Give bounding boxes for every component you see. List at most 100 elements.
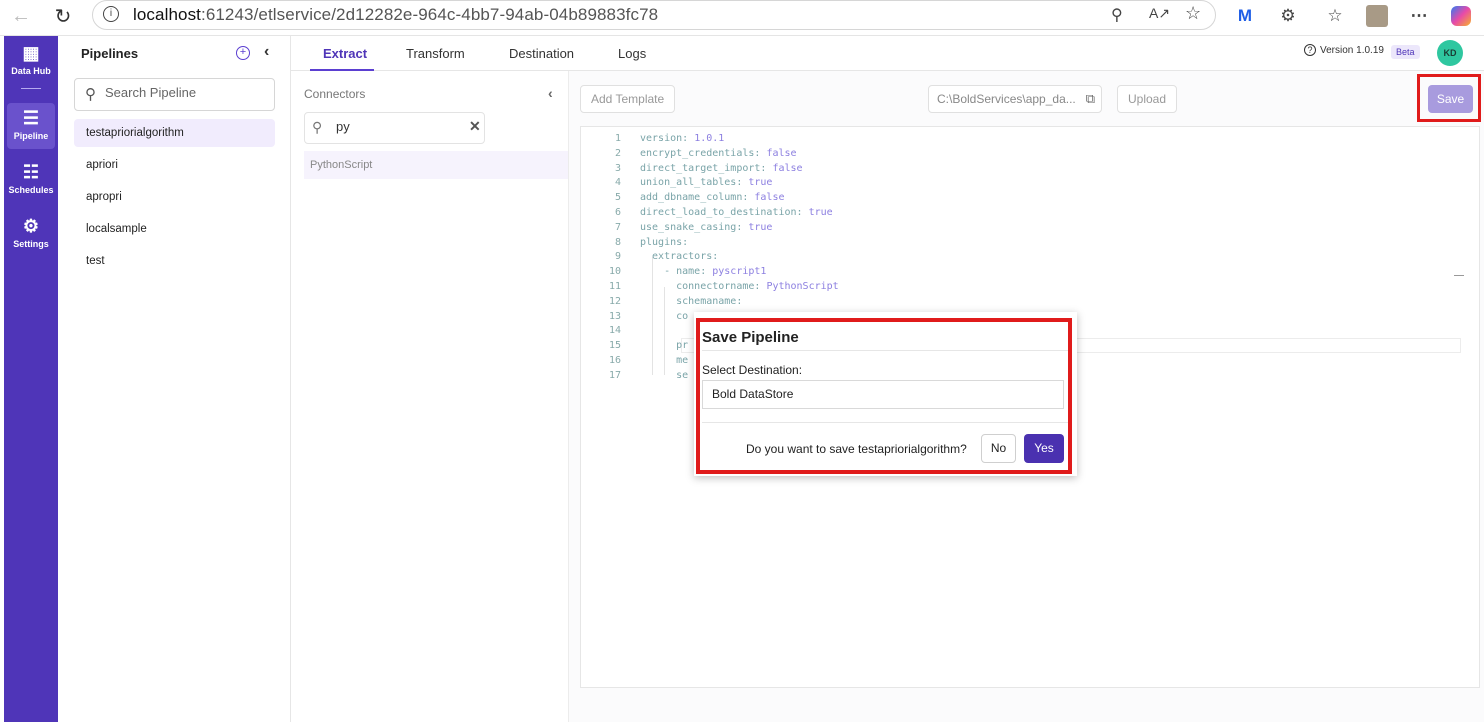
more-menu-icon[interactable]: ⋯	[1406, 3, 1432, 29]
line-number: 15	[608, 340, 621, 352]
back-icon[interactable]: ←	[8, 3, 34, 29]
code-key: pr	[640, 340, 689, 352]
beta-badge: Beta	[1391, 45, 1420, 59]
avatar[interactable]: KD	[1437, 40, 1463, 66]
line-number: 13	[608, 310, 621, 322]
connector-search[interactable]: ⚲ ✕	[304, 112, 485, 144]
line-number: 3	[614, 162, 621, 174]
search-icon: ⚲	[85, 86, 96, 103]
connector-item[interactable]: PythonScript	[304, 151, 568, 179]
line-number: 4	[614, 177, 621, 189]
favorites-icon[interactable]: ☆	[1322, 3, 1348, 29]
line-number: 8	[614, 236, 621, 248]
pipeline-item[interactable]: apriori	[74, 151, 275, 179]
copilot-icon[interactable]	[1448, 3, 1474, 29]
pipeline-item[interactable]: test	[74, 247, 275, 275]
tab-extract[interactable]: Extract	[323, 46, 367, 61]
pipeline-item[interactable]: apropri	[74, 183, 275, 211]
collapse-connectors-icon[interactable]: ‹	[548, 85, 553, 101]
code-text: co	[640, 311, 688, 322]
line-number: 17	[608, 369, 621, 381]
rail-settings[interactable]: ⚙ Settings	[4, 217, 58, 249]
version-info: ? Version 1.0.19	[1304, 44, 1384, 56]
code-key: version:	[640, 133, 695, 144]
gear-icon: ⚙	[22, 216, 40, 236]
browser-toolbar: ← ↻ i localhost:61243/etlservice/2d12282…	[0, 0, 1484, 36]
code-key: direct_load_to_destination:	[640, 207, 809, 218]
line-number: 10	[608, 266, 621, 278]
code-key: direct_target_import:	[640, 162, 773, 174]
fold-icon[interactable]	[1454, 275, 1464, 276]
add-template-button[interactable]: Add Template	[580, 85, 676, 113]
pipeline-search[interactable]: ⚲	[74, 78, 275, 111]
pipeline-item[interactable]: testapriorialgorithm	[74, 119, 275, 147]
tab-logs[interactable]: Logs	[618, 46, 646, 61]
site-info-icon[interactable]: i	[103, 6, 119, 22]
code-key: connectorname:	[640, 281, 767, 292]
reload-icon[interactable]: ↻	[50, 3, 76, 29]
code-text: direct_target_import: false	[640, 163, 803, 174]
code-text: extractors:	[640, 251, 718, 262]
code-value: false	[766, 147, 797, 159]
code-key: - name:	[640, 266, 713, 278]
search-icon: ⚲	[312, 119, 323, 135]
code-value: pyscript1	[712, 266, 767, 278]
copy-icon[interactable]: ⧉	[1086, 86, 1095, 112]
code-text: se	[640, 370, 688, 381]
extensions-icon[interactable]: ⚙	[1275, 3, 1301, 29]
profile-avatar-icon[interactable]	[1364, 3, 1390, 29]
code-value: true	[748, 177, 773, 189]
rail-pipeline[interactable]: ☰ Pipeline	[7, 103, 55, 149]
code-text: connectorname: PythonScript	[640, 281, 839, 292]
line-number: 16	[608, 355, 621, 366]
connectors-title: Connectors	[304, 87, 366, 101]
file-path-field[interactable]: C:\BoldServices\app_da... ⧉	[928, 85, 1102, 113]
dialog-highlight-box	[696, 318, 1072, 474]
save-button[interactable]: Save	[1428, 85, 1473, 113]
help-icon[interactable]: ?	[1304, 44, 1316, 56]
line-number: 6	[614, 207, 621, 218]
code-value: 1.0.1	[694, 133, 725, 144]
tab-destination[interactable]: Destination	[509, 46, 574, 61]
tab-transform[interactable]: Transform	[406, 46, 465, 61]
code-key: use_snake_casing:	[640, 221, 749, 233]
app-rail: ▦ Data Hub ☰ Pipeline ☷ Schedules ⚙ Sett…	[4, 36, 58, 722]
code-text: add_dbname_column: false	[640, 192, 785, 203]
pipelines-title: Pipelines	[81, 46, 139, 61]
line-number: 7	[614, 221, 621, 233]
code-text: me	[640, 355, 688, 366]
code-value: true	[748, 221, 773, 233]
address-bar[interactable]: i localhost:61243/etlservice/2d12282e-96…	[92, 0, 1216, 30]
code-value: true	[808, 207, 833, 218]
calendar-icon: ☷	[22, 162, 40, 182]
main-tabs: Extract Transform Destination Logs ? Vers…	[291, 36, 1484, 71]
rail-data-hub[interactable]: ▦ Data Hub	[4, 44, 58, 76]
pipeline-search-input[interactable]	[105, 85, 265, 100]
code-key: se	[640, 369, 689, 381]
data-hub-icon: ▦	[22, 43, 40, 63]
url-text: localhost:61243/etlservice/2d12282e-964c…	[133, 5, 659, 24]
add-pipeline-icon[interactable]: +	[236, 46, 250, 60]
clear-search-icon[interactable]: ✕	[469, 118, 481, 135]
line-number: 5	[614, 192, 621, 204]
pipeline-item[interactable]: localsample	[74, 215, 275, 243]
collapse-panel-icon[interactable]: ‹	[264, 43, 269, 61]
code-key: co	[640, 310, 689, 322]
zoom-icon[interactable]: ⚲	[1111, 5, 1123, 25]
rail-divider	[21, 88, 41, 89]
rail-schedules[interactable]: ☷ Schedules	[4, 163, 58, 195]
code-text: version: 1.0.1	[640, 133, 724, 144]
code-key: encrypt_credentials:	[640, 147, 767, 159]
layers-icon: ☰	[22, 108, 40, 128]
code-key: schemaname:	[640, 295, 743, 307]
malwarebytes-icon[interactable]: M	[1232, 3, 1258, 29]
code-text: encrypt_credentials: false	[640, 148, 797, 159]
upload-button[interactable]: Upload	[1117, 85, 1178, 113]
favorite-star-icon[interactable]: ☆	[1185, 3, 1201, 24]
code-text: plugins:	[640, 237, 688, 248]
connector-search-input[interactable]	[336, 119, 456, 134]
read-aloud-icon[interactable]: A↗	[1149, 5, 1170, 22]
code-key: me	[640, 355, 689, 366]
code-key: plugins:	[640, 236, 689, 248]
line-number: 9	[614, 251, 621, 263]
